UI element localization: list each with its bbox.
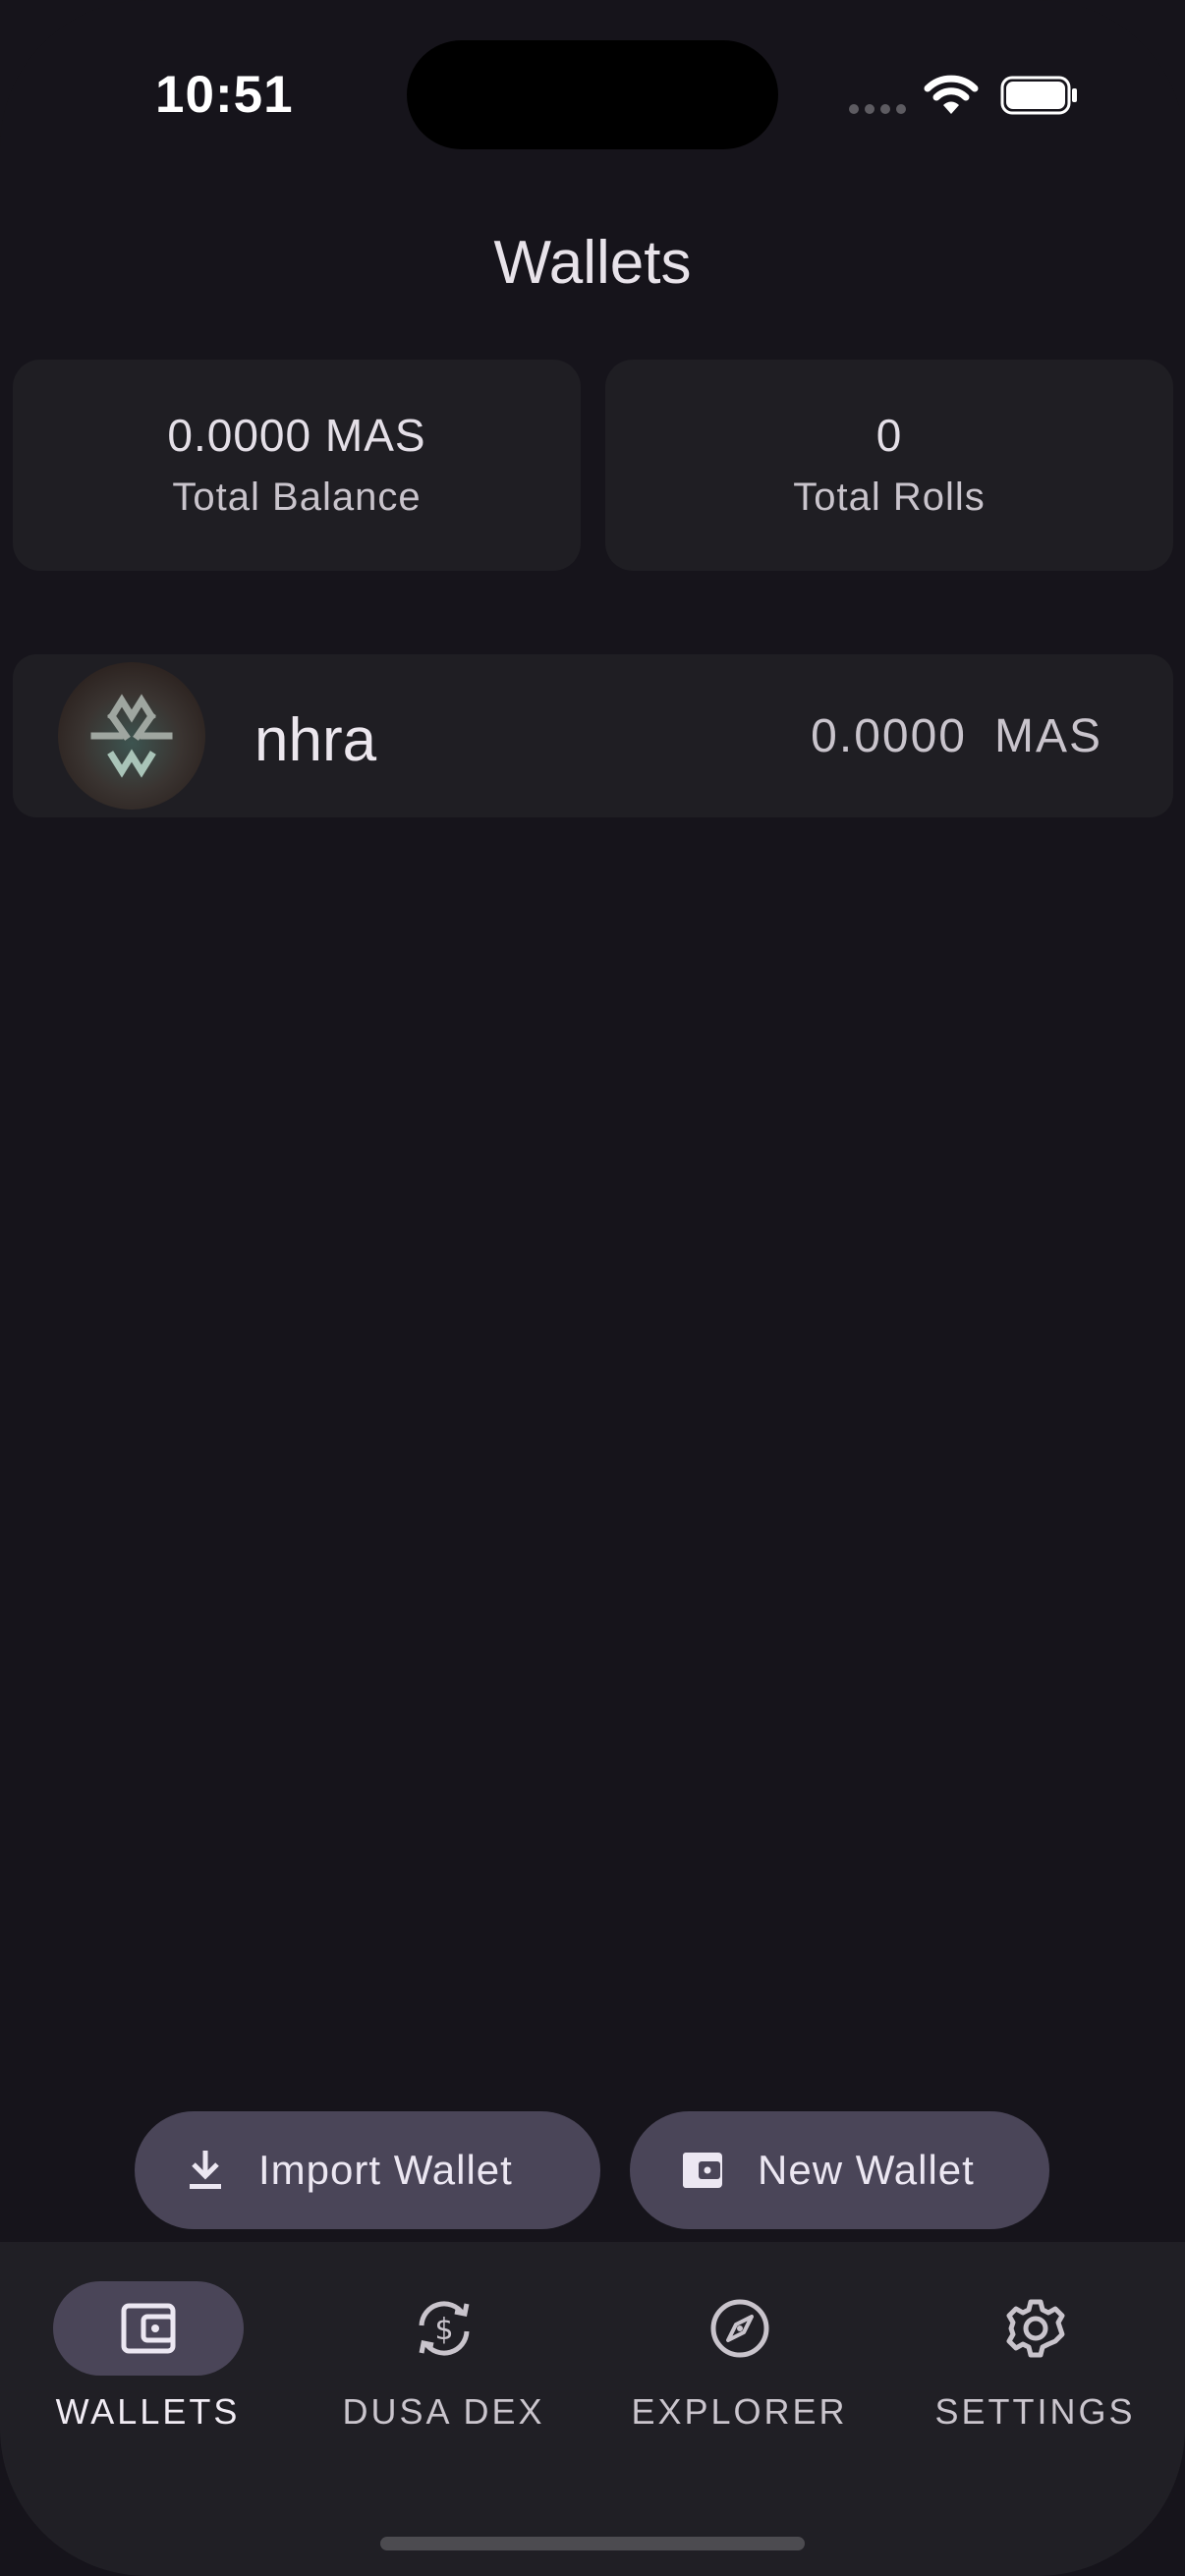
- compass-icon: [710, 2299, 768, 2358]
- nav-item-settings[interactable]: SETTINGS: [887, 2281, 1183, 2433]
- wallet-icon: [121, 2303, 175, 2354]
- svg-text:$: $: [434, 2313, 453, 2347]
- wallet-icon: [681, 2151, 724, 2190]
- total-rolls-label: Total Rolls: [793, 476, 986, 519]
- wifi-icon: [924, 75, 979, 114]
- nav-label-explorer: EXPLORER: [631, 2391, 848, 2432]
- wallet-name: nhra: [254, 706, 377, 774]
- new-wallet-label: New Wallet: [758, 2147, 975, 2193]
- total-balance-value: 0.0000 MAS: [167, 410, 426, 461]
- download-icon: [186, 2149, 225, 2192]
- nav-active-indicator: [52, 2281, 244, 2376]
- total-balance-label: Total Balance: [172, 476, 422, 519]
- nav-item-dusa-dex[interactable]: $ DUSA DEX: [296, 2281, 592, 2433]
- total-rolls-value: 0: [875, 410, 903, 461]
- battery-icon: [1000, 76, 1077, 115]
- dynamic-island: [407, 40, 778, 149]
- nav-label-dusa-dex: DUSA DEX: [342, 2391, 545, 2432]
- wallet-balance-amount: 0.0000: [811, 710, 967, 762]
- cellular-signal-icon: [849, 104, 906, 114]
- nav-item-explorer[interactable]: EXPLORER: [592, 2281, 887, 2433]
- massa-logo-icon: [90, 694, 173, 778]
- total-balance-card: 0.0000 MAS Total Balance: [13, 360, 581, 571]
- wallet-avatar: [58, 662, 205, 810]
- bottom-navigation-bar: WALLETS $ DUSA DEX EXPLORER SETTINGS: [0, 2242, 1185, 2576]
- total-rolls-card: 0 Total Rolls: [605, 360, 1173, 571]
- nav-item-wallets[interactable]: WALLETS: [0, 2281, 296, 2433]
- page-title: Wallets: [493, 229, 692, 297]
- new-wallet-button[interactable]: New Wallet: [630, 2111, 1049, 2229]
- currency-exchange-icon: $: [419, 2301, 469, 2356]
- nav-label-settings: SETTINGS: [934, 2391, 1136, 2432]
- import-wallet-button[interactable]: Import Wallet: [135, 2111, 600, 2229]
- wallet-balance-unit: MAS: [993, 710, 1102, 762]
- status-time: 10:51: [155, 66, 294, 124]
- wallet-list-item[interactable]: nhra 0.0000 MAS: [13, 654, 1173, 817]
- home-indicator[interactable]: [380, 2537, 805, 2550]
- app-screen: 10:51 Wallets 0.0000 MAS Total Balance 0…: [0, 0, 1185, 2576]
- gear-icon: [1006, 2299, 1064, 2358]
- import-wallet-label: Import Wallet: [258, 2147, 513, 2193]
- nav-label-wallets: WALLETS: [55, 2391, 241, 2432]
- wallet-balance: 0.0000 MAS: [811, 709, 1102, 763]
